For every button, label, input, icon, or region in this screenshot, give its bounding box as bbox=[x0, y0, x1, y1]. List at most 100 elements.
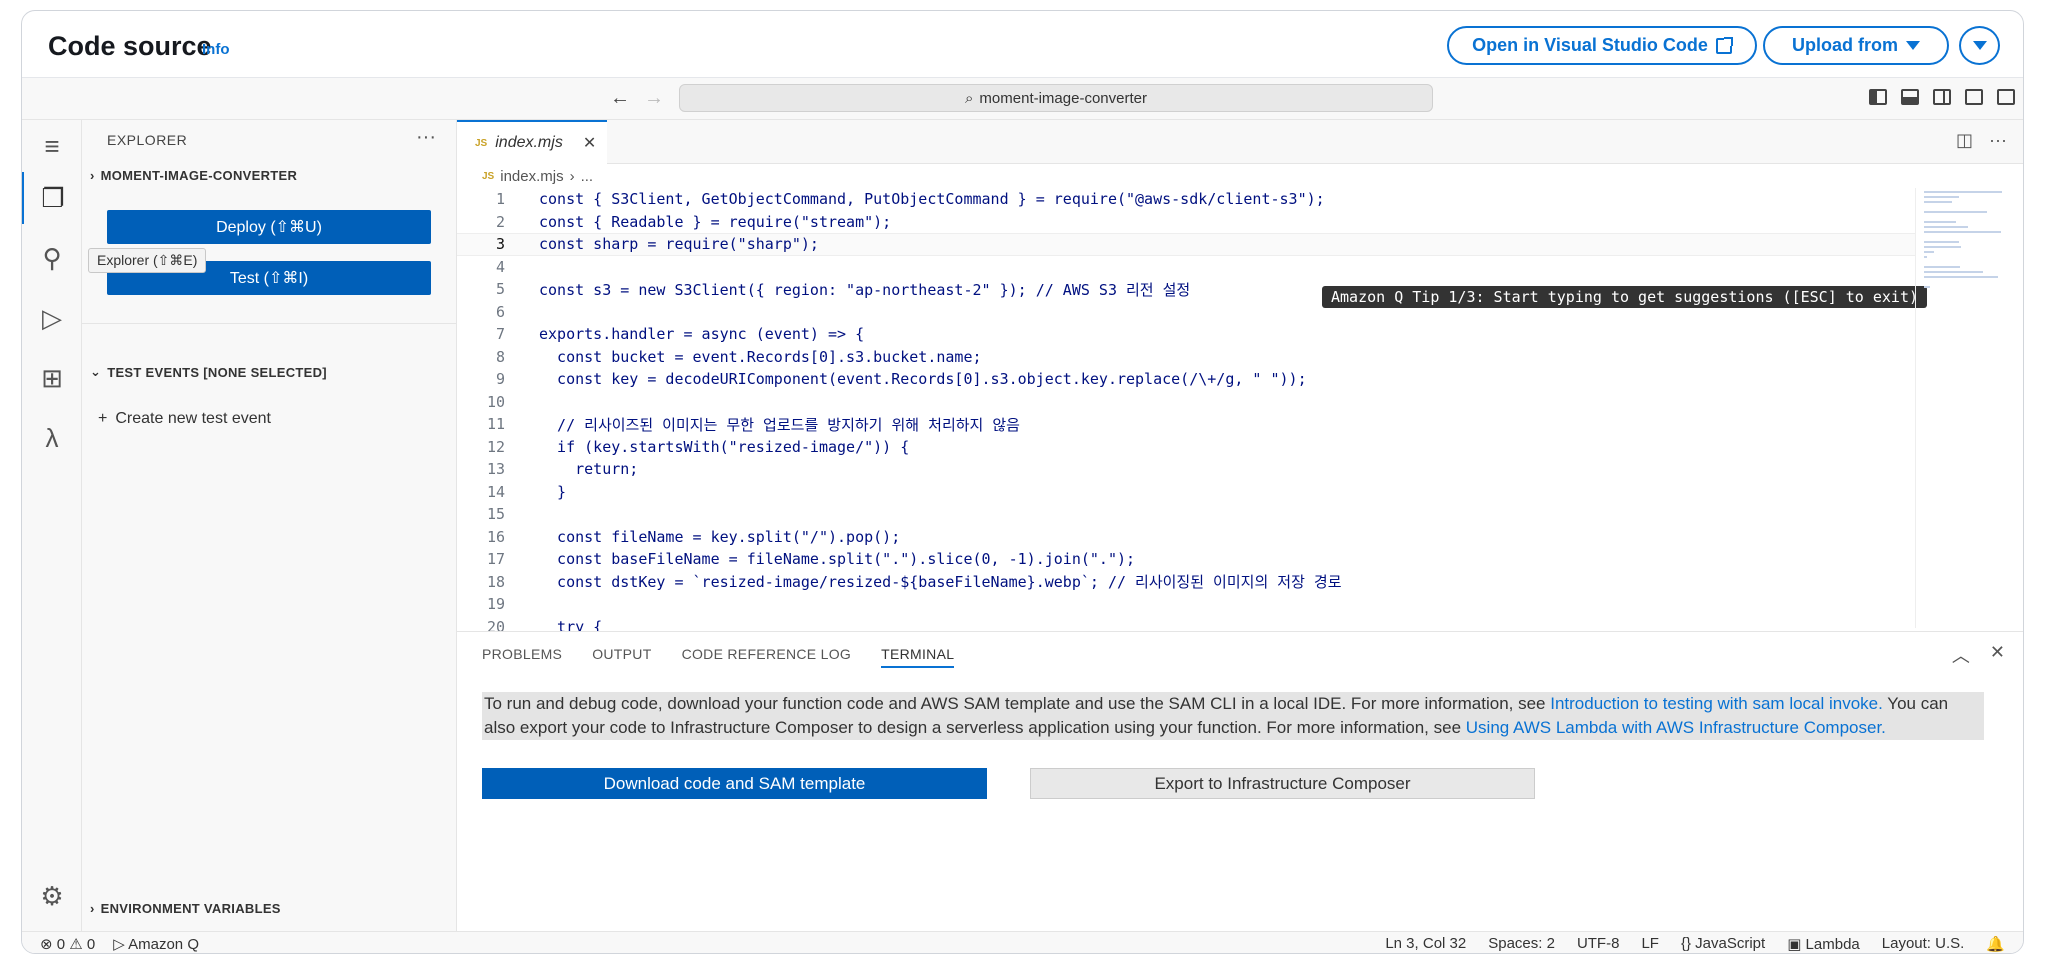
tab-index-mjs[interactable]: JS index.mjs ✕ bbox=[457, 120, 607, 164]
breadcrumb-more[interactable]: ... bbox=[581, 168, 594, 185]
code-line[interactable]: 4 bbox=[457, 256, 1915, 279]
amazon-q-status[interactable]: ▷ Amazon Q bbox=[113, 935, 199, 953]
lambda-icon[interactable]: λ bbox=[22, 412, 82, 464]
code-line[interactable]: 1 const { S3Client, GetObjectCommand, Put… bbox=[457, 188, 1915, 211]
caret-down-icon bbox=[1972, 41, 1987, 50]
info-link[interactable]: Info bbox=[202, 41, 230, 58]
language-mode[interactable]: {} JavaScript bbox=[1681, 935, 1765, 952]
language-label: JavaScript bbox=[1695, 935, 1766, 952]
line-text: exports.handler = async (event) => { bbox=[539, 325, 865, 344]
minimap[interactable] bbox=[1915, 188, 2023, 628]
notifications-bell-icon[interactable]: 🔔 bbox=[1986, 935, 2005, 953]
settings-gear-icon[interactable]: ⚙ bbox=[22, 870, 82, 922]
keyboard-layout[interactable]: Layout: U.S. bbox=[1882, 935, 1965, 952]
code-line[interactable]: 12 if (key.startsWith("resized-image/"))… bbox=[457, 436, 1915, 459]
breadcrumb: JS index.mjs › ... bbox=[482, 168, 593, 185]
maximize-panel-icon[interactable]: ︿ bbox=[1952, 642, 1970, 668]
line-text: const s3 = new S3Client({ region: "ap-no… bbox=[539, 280, 1191, 299]
minimap-line bbox=[1924, 221, 1957, 223]
encoding[interactable]: UTF-8 bbox=[1577, 935, 1620, 952]
command-center-search[interactable]: ⌕ moment-image-converter bbox=[679, 84, 1433, 112]
explorer-icon[interactable]: ❐ bbox=[22, 172, 82, 224]
error-count: 0 bbox=[56, 935, 66, 953]
line-number: 3 bbox=[495, 235, 505, 254]
more-actions-icon[interactable]: ··· bbox=[1989, 130, 2007, 151]
status-bar: ⊗ 0 ⚠ 0 ▷ Amazon Q Ln 3, Col 32 Spaces: … bbox=[22, 931, 2023, 953]
search-icon[interactable]: ⚲ bbox=[22, 232, 82, 284]
open-vscode-label: Open in Visual Studio Code bbox=[1472, 35, 1708, 55]
project-section[interactable]: › MOMENT-IMAGE-CONVERTER bbox=[90, 168, 297, 183]
line-text: } bbox=[539, 482, 567, 501]
line-number: 8 bbox=[495, 347, 505, 366]
line-ending[interactable]: LF bbox=[1641, 935, 1659, 952]
code-line[interactable]: 2 const { Readable } = require("stream"); bbox=[457, 211, 1915, 234]
cursor-position[interactable]: Ln 3, Col 32 bbox=[1385, 935, 1466, 952]
indentation[interactable]: Spaces: 2 bbox=[1488, 935, 1555, 952]
close-panel-icon[interactable]: ✕ bbox=[1990, 642, 2005, 668]
toggle-primary-sidebar-icon[interactable] bbox=[1869, 89, 1887, 105]
code-line[interactable]: 8 const bucket = event.Records[0].s3.buc… bbox=[457, 346, 1915, 369]
tab-output[interactable]: OUTPUT bbox=[592, 646, 651, 668]
external-link-icon bbox=[1715, 36, 1733, 54]
problems-status[interactable]: ⊗ 0 ⚠ 0 bbox=[40, 935, 95, 953]
lambda-status[interactable]: ▣ Lambda bbox=[1787, 935, 1860, 953]
test-events-section[interactable]: ⌄ TEST EVENTS [NONE SELECTED] bbox=[90, 364, 327, 380]
toggle-panel-icon[interactable] bbox=[1901, 89, 1919, 105]
code-line[interactable]: 11 // 리사이즈된 이미지는 무한 업로드를 방지하기 위해 처리하지 않음 bbox=[457, 413, 1915, 436]
close-icon[interactable]: ✕ bbox=[583, 133, 596, 153]
customize-layout-icon[interactable] bbox=[1965, 89, 1983, 105]
export-composer-button[interactable]: Export to Infrastructure Composer bbox=[1030, 768, 1535, 799]
download-code-button[interactable]: Download code and SAM template bbox=[482, 768, 987, 799]
tab-terminal[interactable]: TERMINAL bbox=[881, 646, 955, 668]
upload-from-button[interactable]: Upload from bbox=[1763, 26, 1949, 65]
explorer-tooltip: Explorer (⇧⌘E) bbox=[88, 248, 207, 273]
line-number: 18 bbox=[486, 572, 505, 591]
more-actions-button[interactable] bbox=[1959, 26, 2000, 65]
chevron-right-icon: › bbox=[90, 168, 95, 183]
line-text: const bucket = event.Records[0].s3.bucke… bbox=[539, 347, 982, 366]
forward-arrow-icon[interactable]: → bbox=[644, 87, 664, 110]
code-line[interactable]: 10 bbox=[457, 391, 1915, 414]
toggle-secondary-sidebar-icon[interactable] bbox=[1933, 89, 1951, 105]
infrastructure-composer-link[interactable]: Using AWS Lambda with AWS Infrastructure… bbox=[1466, 718, 1886, 737]
chevron-down-icon: ⌄ bbox=[90, 364, 102, 379]
code-line[interactable]: 18 const dstKey = `resized-image/resized… bbox=[457, 571, 1915, 594]
more-options-icon[interactable]: ··· bbox=[416, 126, 436, 149]
line-number: 16 bbox=[486, 527, 505, 546]
code-editor[interactable]: 1 const { S3Client, GetObjectCommand, Put… bbox=[457, 188, 1915, 638]
code-line[interactable]: 7 exports.handler = async (event) => { bbox=[457, 323, 1915, 346]
tab-label: index.mjs bbox=[495, 134, 563, 151]
code-line[interactable]: 3 const sharp = require("sharp"); bbox=[457, 233, 1915, 256]
code-line[interactable]: 16 const fileName = key.split("/").pop()… bbox=[457, 526, 1915, 549]
breadcrumb-file[interactable]: index.mjs bbox=[500, 168, 563, 185]
line-number: 6 bbox=[495, 302, 505, 321]
env-vars-section[interactable]: › ENVIRONMENT VARIABLES bbox=[90, 901, 281, 916]
error-icon: ⊗ bbox=[40, 935, 53, 953]
js-file-icon: JS bbox=[475, 137, 488, 149]
line-number: 10 bbox=[486, 392, 505, 411]
line-number: 4 bbox=[495, 257, 505, 276]
split-editor-icon[interactable]: ◫ bbox=[1956, 130, 1973, 151]
terminal-message: To run and debug code, download your fun… bbox=[482, 692, 1984, 740]
menu-icon[interactable]: ≡ bbox=[22, 120, 82, 172]
code-line[interactable]: 14 } bbox=[457, 481, 1915, 504]
back-arrow-icon[interactable]: ← bbox=[610, 87, 630, 110]
line-number: 13 bbox=[486, 460, 505, 479]
terminal-text-1: To run and debug code, download your fun… bbox=[484, 694, 1551, 713]
tab-problems[interactable]: PROBLEMS bbox=[482, 646, 562, 668]
extensions-icon[interactable]: ⊞ bbox=[22, 352, 82, 404]
code-line[interactable]: 9 const key = decodeURIComponent(event.R… bbox=[457, 368, 1915, 391]
code-line[interactable]: 13 return; bbox=[457, 458, 1915, 481]
lambda-icon: ▣ bbox=[1787, 935, 1802, 953]
sam-local-invoke-link[interactable]: Introduction to testing with sam local i… bbox=[1550, 694, 1883, 713]
create-test-event[interactable]: + Create new test event bbox=[98, 410, 271, 428]
deploy-button[interactable]: Deploy (⇧⌘U) bbox=[107, 210, 431, 244]
tab-code-reference-log[interactable]: CODE REFERENCE LOG bbox=[682, 646, 852, 668]
code-line[interactable]: 15 bbox=[457, 503, 1915, 526]
fullscreen-icon[interactable] bbox=[1997, 89, 2015, 105]
code-line[interactable]: 19 bbox=[457, 593, 1915, 616]
code-line[interactable]: 17 const baseFileName = fileName.split("… bbox=[457, 548, 1915, 571]
open-vscode-button[interactable]: Open in Visual Studio Code bbox=[1447, 26, 1757, 65]
run-debug-icon[interactable]: ▷ bbox=[22, 292, 82, 344]
page-title: Code source bbox=[48, 31, 212, 61]
